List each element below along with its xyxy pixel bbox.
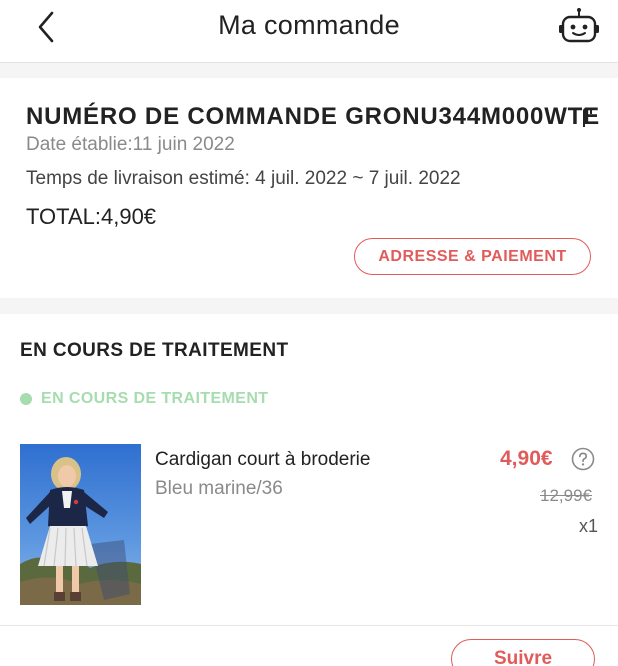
copy-button[interactable] (582, 107, 600, 129)
order-number: NUMÉRO DE COMMANDE GRONU344M000WTE (26, 103, 600, 130)
sale-price: 4,90€ (500, 447, 553, 470)
order-page: Ma commande NUMÉRO DE COMMANDE GRONU344M… (0, 0, 618, 666)
product-quantity: x1 (579, 516, 599, 536)
divider (0, 625, 618, 626)
product-image[interactable] (20, 444, 141, 605)
app-header: Ma commande (0, 0, 618, 63)
section-gap (0, 63, 618, 78)
page-title: Ma commande (218, 10, 400, 40)
order-date: Date établie:11 juin 2022 (26, 134, 235, 155)
track-button[interactable]: Suivre (451, 639, 595, 666)
status-row: EN COURS DE TRAITEMENT (20, 389, 268, 409)
product-name[interactable]: Cardigan court à broderie (155, 449, 370, 471)
status-label: EN COURS DE TRAITEMENT (41, 390, 269, 407)
question-circle-icon (571, 447, 595, 471)
section-title: EN COURS DE TRAITEMENT (20, 340, 289, 361)
assistant-button[interactable] (558, 6, 600, 46)
status-dot-icon (20, 393, 32, 405)
original-price: 12,99€ (540, 486, 592, 505)
package-section: EN COURS DE TRAITEMENT EN COURS DE TRAIT… (0, 314, 618, 666)
product-photo (20, 444, 141, 605)
robot-icon (559, 8, 599, 43)
product-variant: Bleu marine/36 (155, 478, 283, 499)
order-total: TOTAL:4,90€ (26, 204, 157, 229)
section-gap (0, 298, 618, 314)
delivery-estimate: Temps de livraison estimé: 4 juil. 2022 … (26, 168, 461, 189)
address-payment-button[interactable]: ADRESSE & PAIEMENT (354, 238, 591, 275)
price-help-button[interactable] (571, 447, 595, 471)
copy-icon (583, 108, 592, 127)
order-info-card: NUMÉRO DE COMMANDE GRONU344M000WTE Date … (0, 78, 618, 298)
